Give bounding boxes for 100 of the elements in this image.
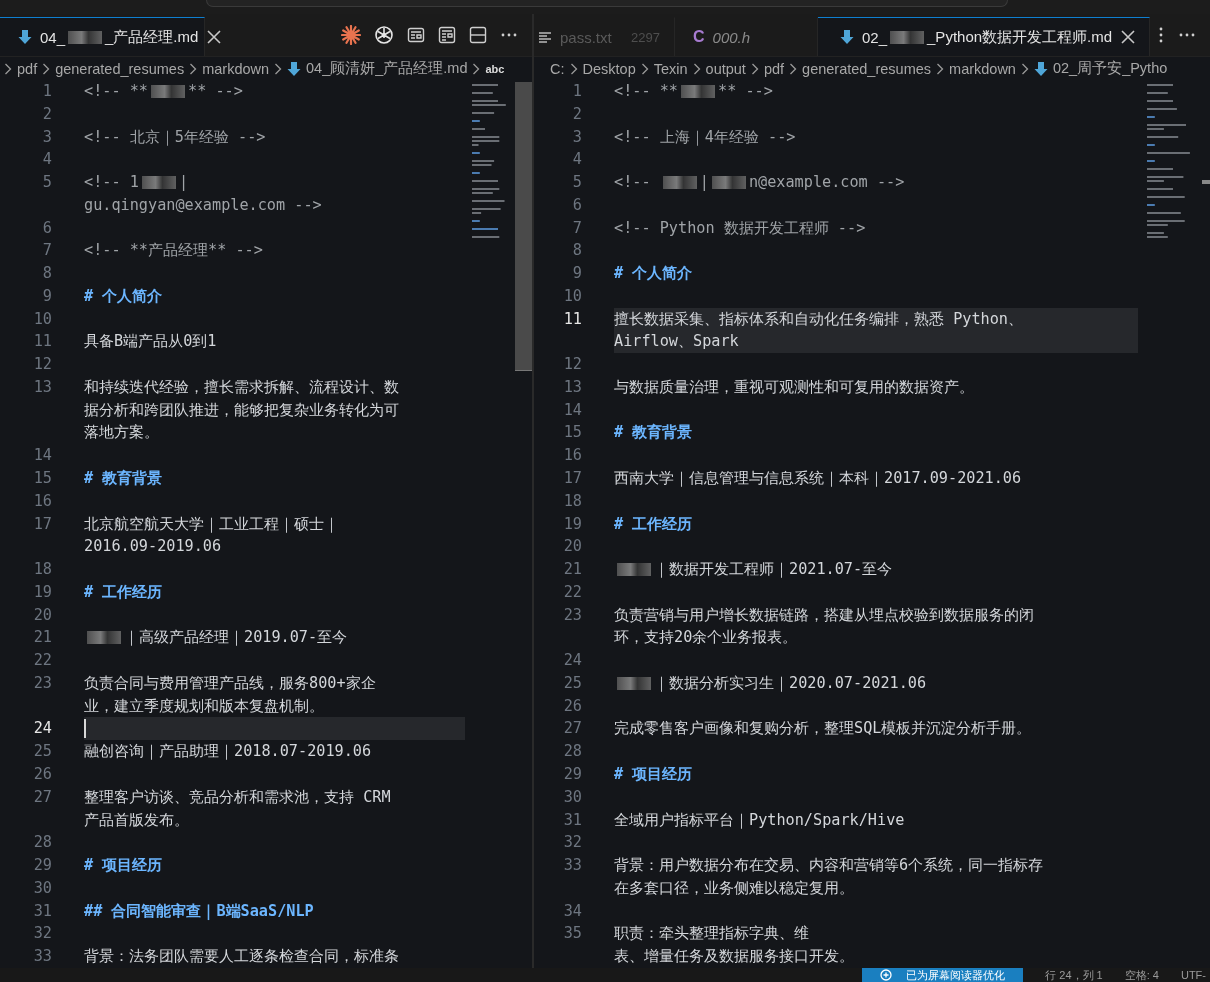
status-item[interactable]: UTF- [1180, 969, 1206, 981]
line-number: 27 [32, 786, 52, 808]
status-badge[interactable]: 已为屏幕阅读器优化 [862, 968, 1024, 982]
line-number: 34 [562, 900, 582, 922]
line-number: 20 [562, 536, 582, 558]
line-number: 20 [32, 604, 52, 626]
code-text: 融创咨询｜产品助理｜2018.07-2019.06 [84, 741, 372, 763]
close-icon[interactable] [1120, 29, 1137, 45]
code-comment: n@example.com --> [748, 172, 905, 194]
code-text: 整理客户访谈、竞品分析和需求池，支持 CRM [84, 786, 391, 808]
breadcrumb-item[interactable]: markdown [949, 60, 1016, 77]
preview-icon[interactable] [407, 26, 425, 44]
chevron-icon [569, 62, 578, 75]
text-cursor [84, 719, 86, 739]
knot-icon[interactable] [374, 25, 394, 45]
line-number: 5 [41, 172, 52, 194]
down-arrow-icon [287, 60, 302, 77]
line-number: 11 [562, 308, 582, 330]
line-number: 25 [32, 741, 52, 763]
line-number: 32 [32, 923, 52, 945]
status-item[interactable]: 空格: 4 [1124, 968, 1159, 982]
line-number: 26 [32, 763, 52, 785]
code-text: 负责合同与费用管理产品线，服务800+家企 [84, 672, 376, 694]
line-number: 22 [562, 581, 582, 603]
line-number: 18 [32, 559, 52, 581]
line-number: 13 [562, 376, 582, 398]
code-text: 擅长数据采集、指标体系和自动化任务编排，熟悉 Python、 [614, 308, 1023, 330]
line-number: 1 [41, 81, 52, 102]
line-number: 27 [562, 718, 582, 740]
breadcrumb-item[interactable]: markdown [202, 60, 270, 77]
breadcrumb-item[interactable]: Texin [653, 60, 688, 77]
breadcrumb-item[interactable]: output [705, 60, 746, 77]
line-number: 35 [562, 923, 582, 945]
code-text: 和持续迭代经验，擅长需求拆解、流程设计、数 [84, 376, 399, 398]
line-number: 7 [571, 217, 582, 239]
symbol-crumb[interactable]: abc [485, 62, 505, 75]
breadcrumb-item[interactable]: generated_resumes [55, 60, 185, 77]
code-text: Airflow、Spark [614, 331, 739, 353]
close-icon[interactable] [206, 29, 223, 45]
breadcrumb-item[interactable]: Desktop [582, 60, 636, 77]
line-number: 31 [562, 809, 582, 831]
blurred-text [141, 175, 176, 189]
breadcrumb-item[interactable]: 02_周予安_Pytho [1052, 59, 1168, 78]
code-comment: <!-- Python 数据开发工程师 --> [614, 217, 866, 239]
line-number: 12 [32, 354, 52, 376]
code-text: 落地方案。 [84, 422, 159, 444]
line-number: 2 [41, 103, 52, 125]
breadcrumb-item[interactable]: 04_顾清妍_产品经理.md [306, 59, 468, 78]
line-number: 9 [571, 263, 582, 285]
markdown-heading: # 个人简介 [614, 263, 693, 285]
chevron-icon [789, 62, 798, 75]
chevron-icon [42, 62, 51, 75]
code-text: ｜数据开发工程师｜2021.07-至今 [654, 559, 893, 581]
chevron-icon [274, 62, 283, 75]
line-number: 4 [41, 149, 52, 171]
code-text: 业，建立季度规划和版本复盘机制。 [84, 695, 324, 717]
code-text: 在多套口径，业务侧难以稳定复用。 [614, 877, 854, 899]
line-number: 10 [32, 308, 52, 330]
line-number: 30 [32, 877, 52, 899]
line-number: 2 [571, 103, 582, 125]
breadcrumb-item[interactable]: generated_resumes [802, 60, 932, 77]
split-editor-icon[interactable] [469, 26, 487, 44]
line-number: 16 [32, 490, 52, 512]
vertical-more-icon[interactable] [1157, 26, 1165, 44]
code-text: 与数据质量治理，重视可观测性和可复用的数据资产。 [614, 376, 974, 398]
scrollbar-thumb[interactable] [515, 82, 532, 371]
line-number: 24 [562, 650, 582, 672]
line-number: 23 [32, 672, 52, 694]
sunburst-icon[interactable] [341, 25, 361, 45]
line-number: 23 [562, 604, 582, 626]
code-comment: <!-- ** [84, 81, 148, 102]
editor-tab[interactable]: 02_ _Python数据开发工程师.md [818, 17, 1150, 56]
c-file-icon: C [693, 28, 705, 46]
code-text: 负责营销与用户增长数据链路，搭建从埋点校验到数据服务的闭 [614, 604, 1034, 626]
line-number: 18 [562, 490, 582, 512]
breadcrumb-item[interactable]: C: [550, 60, 565, 77]
line-number: 24 [32, 718, 52, 740]
preview-icon[interactable] [438, 26, 456, 44]
code-comment: <!-- [614, 172, 652, 194]
line-number: 21 [562, 559, 582, 581]
breadcrumb-item[interactable]: pdf [763, 60, 785, 77]
line-number: 17 [562, 468, 582, 489]
breadcrumb-item[interactable]: pdf [17, 60, 38, 77]
lines-icon [538, 30, 552, 44]
down-arrow-icon [840, 29, 854, 45]
markdown-heading: ## 合同智能审查｜B端SaaS/NLP [84, 900, 314, 922]
markdown-heading: # 教育背景 [84, 468, 163, 489]
line-number: 31 [32, 900, 52, 922]
scrollbar-thumb[interactable] [1202, 180, 1210, 184]
code-text: 表、增量任务及数据服务接口开发。 [614, 946, 854, 968]
line-number: 26 [562, 695, 582, 717]
line-number: 29 [32, 855, 52, 877]
code-text: 据分析和跨团队推进，能够把复杂业务转化为可 [84, 399, 399, 421]
code-text: 具备B端产品从0到1 [84, 331, 217, 353]
code-comment: <!-- ** [614, 81, 678, 102]
chevron-icon [692, 62, 701, 75]
line-number: 10 [562, 285, 582, 307]
code-comment: ** --> [718, 81, 773, 102]
status-item[interactable]: 行 24，列 1 [1045, 968, 1103, 982]
code-comment: gu.qingyan@example.com --> [84, 194, 322, 216]
